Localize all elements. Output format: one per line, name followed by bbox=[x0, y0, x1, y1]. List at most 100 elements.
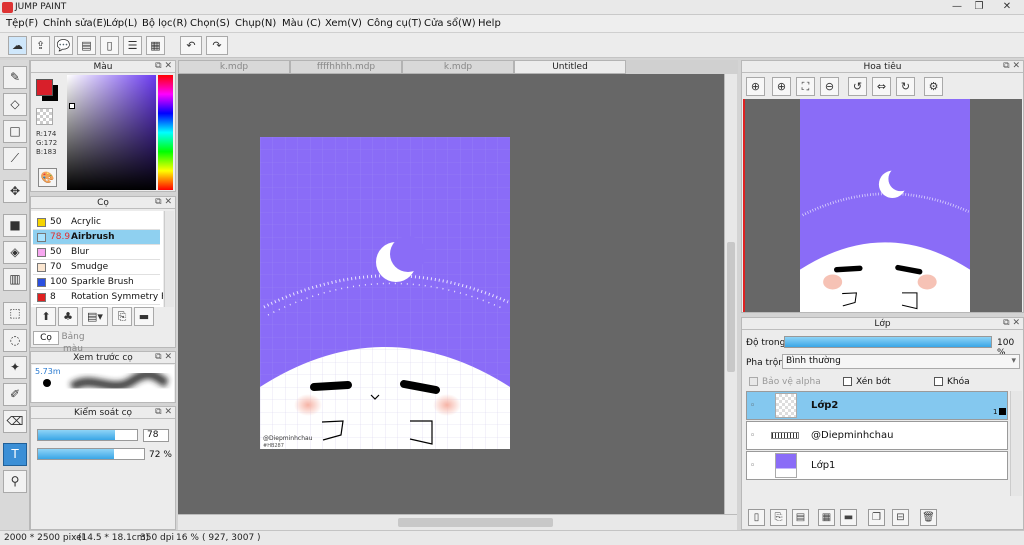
brush-add-icon[interactable]: ⬆ bbox=[36, 307, 56, 326]
menu-select[interactable]: Chọn(S) bbox=[190, 18, 230, 29]
bucket-tool-icon[interactable]: ◈ bbox=[3, 241, 27, 264]
alpha-protect-checkbox[interactable] bbox=[749, 377, 758, 386]
brush-size-input[interactable]: 78 bbox=[143, 429, 169, 442]
grid-settings-icon[interactable]: ▦ bbox=[146, 36, 165, 55]
zoom-out-icon[interactable]: ⊖ bbox=[820, 77, 839, 96]
navigator-viewport[interactable] bbox=[743, 99, 1022, 312]
brush-item[interactable]: 50 Blur bbox=[33, 245, 160, 260]
blend-mode-select[interactable]: Bình thường ▾ bbox=[782, 354, 1020, 369]
brush-tree-icon[interactable]: ♣ bbox=[58, 307, 78, 326]
menu-window[interactable]: Cửa sổ(W) bbox=[424, 18, 476, 29]
palette-icon[interactable]: 🎨 bbox=[38, 168, 57, 187]
brush-size-slider[interactable] bbox=[37, 429, 138, 441]
comment-icon[interactable]: 💬 bbox=[54, 36, 73, 55]
message-icon[interactable]: ▤ bbox=[77, 36, 96, 55]
undo-button[interactable]: ↶ bbox=[180, 36, 202, 55]
layer-row[interactable]: ◦ Lớp1 bbox=[746, 451, 1008, 480]
horizontal-scroll-thumb[interactable] bbox=[398, 518, 553, 527]
redo-button[interactable]: ↷ bbox=[206, 36, 228, 55]
foreground-color-swatch[interactable] bbox=[36, 79, 53, 96]
vertical-scrollbar[interactable] bbox=[724, 74, 737, 514]
line-tool-icon[interactable]: ⟋ bbox=[3, 147, 27, 170]
fit-view-icon[interactable]: ⛶ bbox=[796, 77, 815, 96]
tab-document[interactable]: k.mdp bbox=[402, 60, 514, 74]
brush-item[interactable]: 50 Acrylic bbox=[33, 215, 160, 230]
eye-icon[interactable]: ◦ bbox=[750, 431, 755, 441]
layer-row[interactable]: ◦ @Diepminhchau bbox=[746, 421, 1008, 450]
menu-file[interactable]: Tệp(F) bbox=[6, 18, 38, 29]
maximize-button[interactable]: ❐ bbox=[972, 1, 986, 13]
fill-rect-tool-icon[interactable]: ■ bbox=[3, 214, 27, 237]
navigator-settings-icon[interactable]: ⚙ bbox=[924, 77, 943, 96]
merge-layer-icon[interactable]: ⊟ bbox=[892, 509, 909, 526]
tab-document[interactable]: k.mdp bbox=[178, 60, 290, 74]
flip-icon[interactable]: ⇔ bbox=[872, 77, 891, 96]
panel-controls-icon[interactable]: ⧉ ✕ bbox=[1003, 61, 1020, 71]
brush-item[interactable]: 8 Rotation Symmetry Pe bbox=[33, 290, 163, 305]
new-layer-copy-icon[interactable]: ⎘ bbox=[770, 509, 787, 526]
canvas-workspace[interactable]: @Diepminhchau #HB287 bbox=[178, 74, 724, 514]
color-saturation-field[interactable] bbox=[67, 75, 156, 190]
horizontal-scrollbar[interactable] bbox=[178, 514, 737, 530]
layers-scrollbar[interactable] bbox=[1010, 391, 1022, 496]
eraser-tool-icon[interactable]: ◇ bbox=[3, 93, 27, 116]
eye-icon[interactable]: ◦ bbox=[750, 461, 755, 471]
lasso-tool-icon[interactable]: ◌ bbox=[3, 329, 27, 352]
panel-controls-icon[interactable]: ⧉ ✕ bbox=[1003, 318, 1020, 328]
text-layer-icon[interactable]: ▤ bbox=[792, 509, 809, 526]
brush-settings-icon[interactable]: ▤▾ bbox=[82, 307, 108, 326]
layer-row[interactable]: ◦ Lớp2 1 bbox=[746, 391, 1008, 420]
lock-checkbox[interactable] bbox=[934, 377, 943, 386]
magic-wand-tool-icon[interactable]: ✦ bbox=[3, 356, 27, 379]
cloud-icon[interactable]: ☁ bbox=[8, 36, 27, 55]
tab-document-active[interactable]: Untitled bbox=[514, 60, 626, 74]
menu-color[interactable]: Màu (C) bbox=[282, 18, 321, 29]
brush-copy-icon[interactable]: ⎘ bbox=[112, 307, 132, 326]
duplicate-layer-icon[interactable]: ❐ bbox=[868, 509, 885, 526]
brush-item[interactable]: 70 Smudge bbox=[33, 260, 160, 275]
rect-select-tool-icon[interactable]: □ bbox=[3, 120, 27, 143]
select-tool-icon[interactable]: ⬚ bbox=[3, 302, 27, 325]
minimize-button[interactable]: — bbox=[950, 1, 964, 13]
layer-opacity-slider[interactable] bbox=[784, 336, 992, 348]
panel-controls-icon[interactable]: ⧉ ✕ bbox=[155, 197, 172, 207]
halftone-layer-icon[interactable]: ▦ bbox=[818, 509, 835, 526]
clipping-checkbox[interactable] bbox=[843, 377, 852, 386]
close-button[interactable]: ✕ bbox=[994, 1, 1020, 13]
drawing-canvas[interactable]: @Diepminhchau #HB287 bbox=[260, 137, 510, 449]
select-eraser-tool-icon[interactable]: ⌫ bbox=[3, 410, 27, 433]
transparent-color-swatch[interactable] bbox=[36, 108, 53, 125]
vertical-scroll-thumb[interactable] bbox=[727, 242, 735, 372]
panel-controls-icon[interactable]: ⧉ ✕ bbox=[155, 407, 172, 417]
delete-layer-icon[interactable]: 🗑 bbox=[920, 509, 937, 526]
list-icon[interactable]: ☰ bbox=[123, 36, 142, 55]
eye-icon[interactable]: ◦ bbox=[750, 401, 755, 411]
menu-filter[interactable]: Bộ lọc(R) bbox=[142, 18, 187, 29]
rotate-right-icon[interactable]: ↻ bbox=[896, 77, 915, 96]
pen-tool-icon[interactable]: ✎ bbox=[3, 66, 27, 89]
brush-item[interactable]: 100 Sparkle Brush bbox=[33, 275, 160, 290]
gradient-tool-icon[interactable]: ▥ bbox=[3, 268, 27, 291]
menu-edit[interactable]: Chỉnh sửa(E) bbox=[43, 18, 107, 29]
color-picker-handle[interactable] bbox=[69, 103, 75, 109]
menu-layer[interactable]: Lớp(L) bbox=[106, 18, 137, 29]
upload-icon[interactable]: ⇪ bbox=[31, 36, 50, 55]
zoom-in-icon[interactable]: ⊕ bbox=[772, 77, 791, 96]
new-layer-icon[interactable]: ▯ bbox=[748, 509, 765, 526]
tab-palette[interactable]: Bảng màu bbox=[51, 331, 95, 354]
select-pen-tool-icon[interactable]: ✐ bbox=[3, 383, 27, 406]
menu-snap[interactable]: Chụp(N) bbox=[235, 18, 276, 29]
eyedropper-tool-icon[interactable]: ⚲ bbox=[3, 470, 27, 493]
menu-help[interactable]: Help bbox=[478, 18, 501, 29]
document-icon[interactable]: ▯ bbox=[100, 36, 119, 55]
hue-slider[interactable] bbox=[158, 75, 173, 190]
zoom-in-icon[interactable]: ⊕ bbox=[746, 77, 765, 96]
move-tool-icon[interactable]: ✥ bbox=[3, 180, 27, 203]
brush-item[interactable]: 78.9 Airbrush bbox=[33, 230, 160, 245]
menu-tools[interactable]: Công cụ(T) bbox=[367, 18, 422, 29]
folder-icon[interactable]: ▬ bbox=[840, 509, 857, 526]
brush-opacity-slider[interactable] bbox=[37, 448, 145, 460]
tab-document[interactable]: ffffhhhh.mdp bbox=[290, 60, 402, 74]
text-tool-icon[interactable]: T bbox=[3, 443, 27, 466]
panel-controls-icon[interactable]: ⧉ ✕ bbox=[155, 352, 172, 362]
